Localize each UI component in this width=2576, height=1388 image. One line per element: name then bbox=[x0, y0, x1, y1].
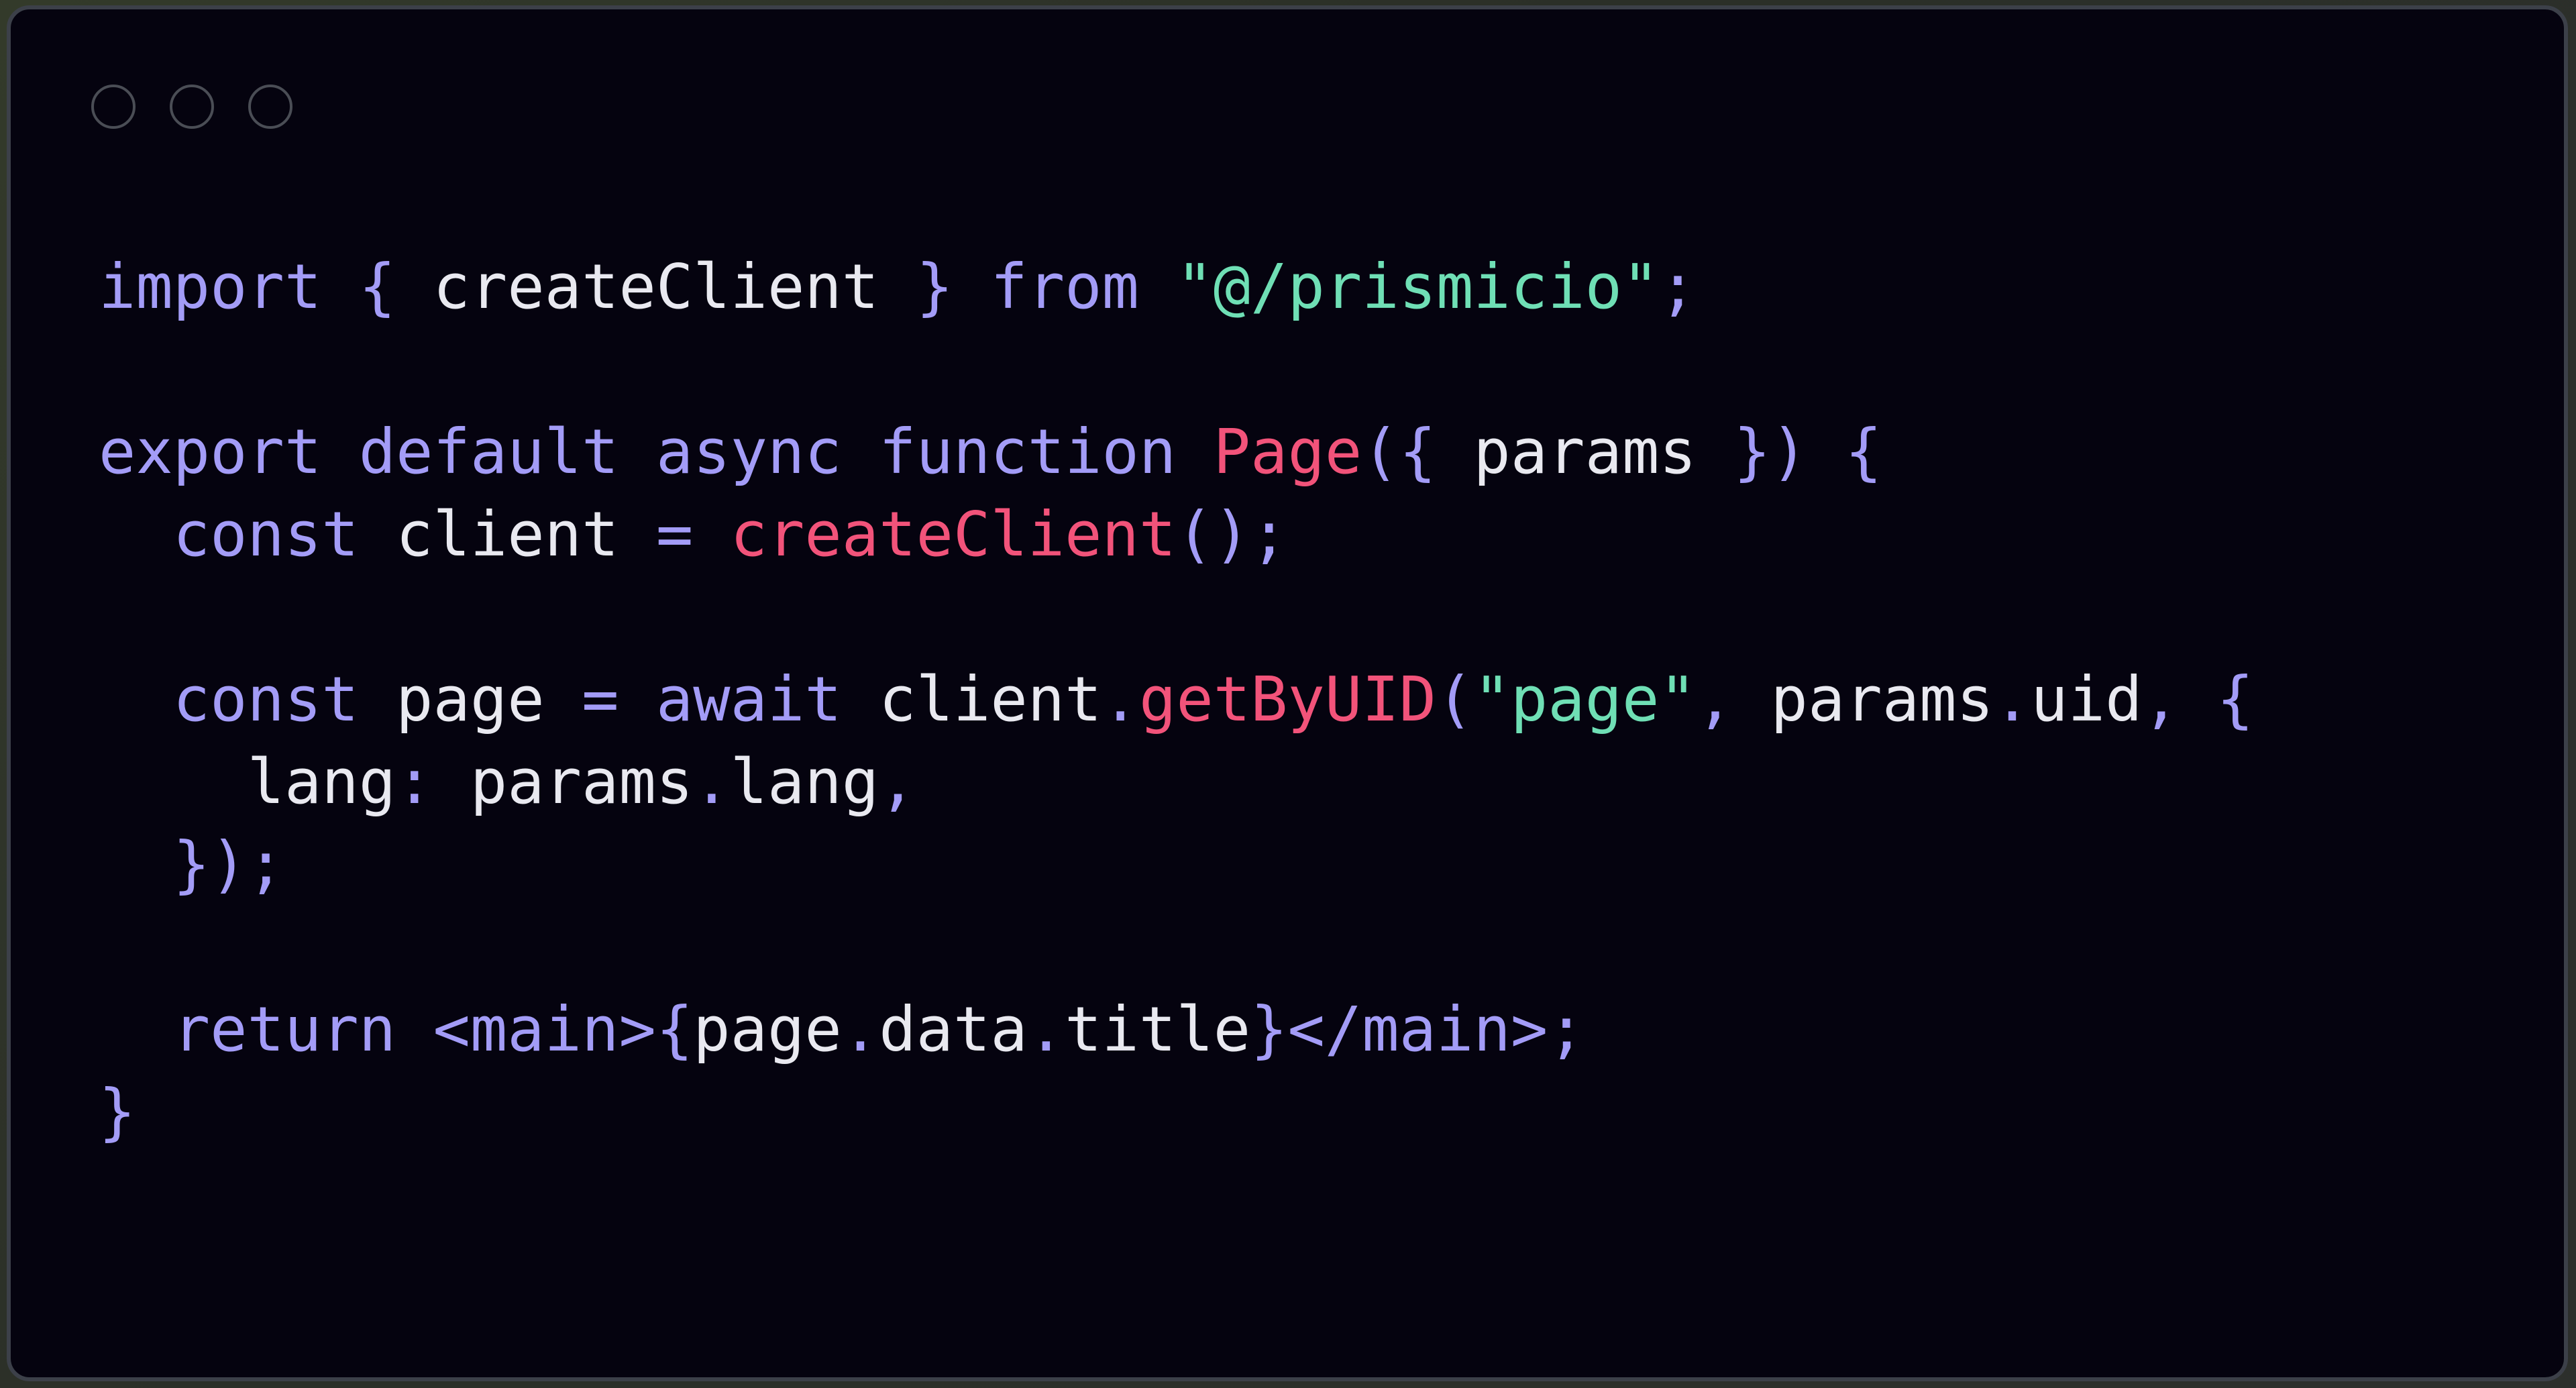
code-window: import { createClient } from "@/prismici… bbox=[7, 5, 2568, 1381]
code-token: <main> bbox=[433, 994, 656, 1065]
code-token: data bbox=[879, 994, 1028, 1065]
code-token: . bbox=[1102, 663, 1139, 735]
code-token: title bbox=[1065, 994, 1251, 1065]
code-token: </main> bbox=[1287, 994, 1548, 1065]
code-line: const client = createClient(); bbox=[99, 498, 1288, 570]
code-token: } bbox=[99, 1076, 136, 1148]
code-token: ; bbox=[1659, 251, 1697, 323]
code-token: (); bbox=[1176, 498, 1288, 570]
code-token: ({ bbox=[1362, 416, 1437, 488]
code-token: , bbox=[2142, 663, 2180, 735]
code-line: }); bbox=[99, 829, 284, 900]
code-token: { bbox=[2216, 663, 2254, 735]
code-token: page bbox=[358, 663, 582, 735]
code-token: getByUID bbox=[1138, 663, 1437, 735]
code-token: . bbox=[693, 746, 731, 818]
code-token: }); bbox=[172, 829, 284, 900]
code-token: }) bbox=[1733, 416, 1808, 488]
code-token: "@/prismicio" bbox=[1176, 251, 1660, 323]
code-token: { bbox=[655, 994, 694, 1065]
code-editor-area[interactable]: import { createClient } from "@/prismici… bbox=[11, 9, 2564, 1377]
code-token: = bbox=[655, 498, 694, 570]
code-line: lang: params.lang, bbox=[99, 746, 916, 818]
code-token: . bbox=[841, 994, 879, 1065]
code-token: params bbox=[433, 746, 694, 818]
code-token: uid bbox=[2031, 663, 2143, 735]
code-line: export default async function Page({ par… bbox=[99, 416, 1882, 488]
code-token: const bbox=[172, 663, 359, 735]
code-token: page bbox=[693, 994, 842, 1065]
code-token: return bbox=[172, 994, 396, 1065]
code-token: from bbox=[990, 251, 1139, 323]
code-token: ( bbox=[1436, 663, 1474, 735]
code-line: } bbox=[99, 1076, 136, 1148]
code-token: client bbox=[841, 663, 1102, 735]
code-token: client bbox=[358, 498, 656, 570]
code-token: params bbox=[1436, 416, 1734, 488]
code-token: "page" bbox=[1473, 663, 1697, 735]
code-token: import bbox=[99, 251, 322, 323]
code-token: : bbox=[396, 746, 433, 818]
code-token: , bbox=[879, 746, 916, 818]
code-token: } bbox=[1250, 994, 1288, 1065]
code-block[interactable]: import { createClient } from "@/prismici… bbox=[99, 246, 2564, 1153]
code-token: ; bbox=[1548, 994, 1585, 1065]
code-token: params bbox=[1733, 663, 1994, 735]
code-token: . bbox=[1027, 994, 1065, 1065]
code-token: { bbox=[1845, 416, 1882, 488]
code-token: , bbox=[1696, 663, 1734, 735]
code-token: await bbox=[655, 663, 842, 735]
code-token: Page bbox=[1213, 416, 1362, 488]
code-token: lang bbox=[99, 746, 396, 818]
code-token: . bbox=[1993, 663, 2031, 735]
code-token: const bbox=[172, 498, 359, 570]
code-token: } bbox=[916, 251, 953, 323]
code-token: createClient bbox=[396, 251, 916, 323]
code-token: lang bbox=[730, 746, 879, 818]
code-line: const page = await client.getByUID("page… bbox=[99, 663, 2254, 735]
code-token: createClient bbox=[730, 498, 1177, 570]
code-line: return <main>{page.data.title}</main>; bbox=[99, 994, 1585, 1065]
code-line: import { createClient } from "@/prismici… bbox=[99, 251, 1697, 323]
code-token: export default async function bbox=[99, 416, 1177, 488]
code-token: { bbox=[358, 251, 396, 323]
code-token: = bbox=[582, 663, 619, 735]
